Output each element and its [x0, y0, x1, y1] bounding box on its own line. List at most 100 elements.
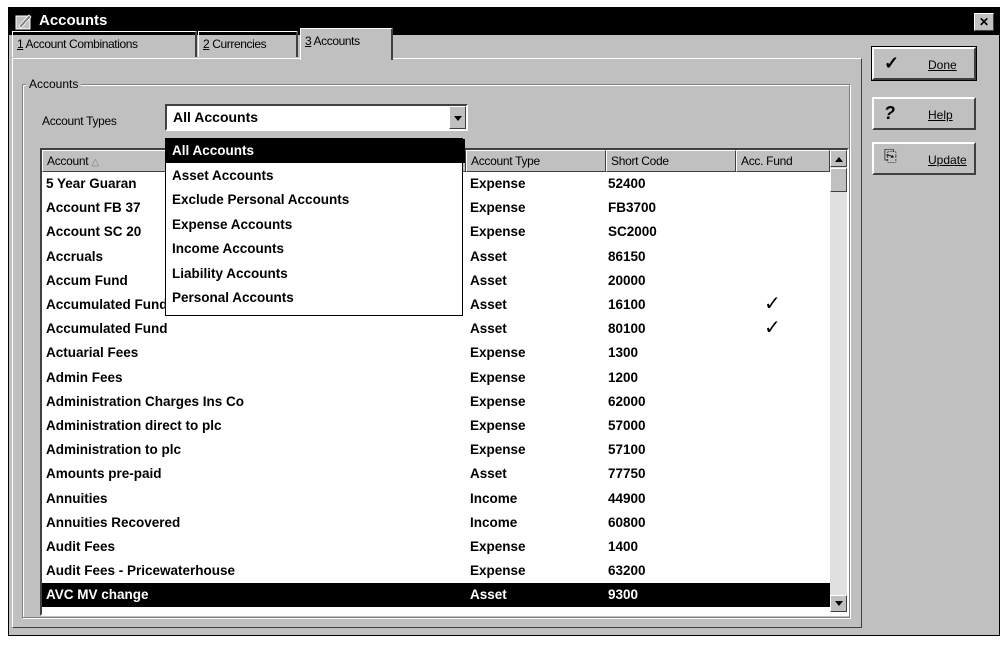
- tab-currencies[interactable]: 2 Currencies: [198, 31, 298, 57]
- short-code-cell: 57100: [608, 442, 646, 458]
- scroll-up-button[interactable]: [830, 150, 847, 167]
- dropdown-option[interactable]: Expense Accounts: [166, 213, 465, 237]
- table-row[interactable]: Accumulated Fund Asset 80100 ✓: [42, 317, 839, 341]
- close-icon[interactable]: ✕: [974, 13, 994, 31]
- table-row[interactable]: Actuarial Fees Expense 1300: [42, 341, 839, 365]
- account-type-cell: Asset: [470, 272, 507, 288]
- short-code-cell: 1200: [608, 369, 639, 385]
- short-code-cell: 1400: [608, 539, 639, 554]
- short-code-cell: 1300: [608, 345, 639, 361]
- account-type-cell: Income: [470, 490, 518, 506]
- account-type-cell: Asset: [470, 248, 507, 264]
- table-row[interactable]: Admin Fees Expense 1200: [42, 366, 839, 390]
- account-type-cell: Income: [470, 514, 518, 530]
- tab-currencies-label: Currencies: [209, 37, 267, 51]
- account-type-cell: Expense: [470, 539, 526, 554]
- short-code-cell: 77750: [608, 466, 646, 482]
- account-type-cell: Asset: [470, 321, 507, 337]
- account-type-cell: Expense: [470, 563, 526, 579]
- column-header-account-label: Account: [47, 154, 89, 168]
- account-type-cell: Expense: [470, 176, 526, 191]
- account-type-cell: Expense: [470, 224, 526, 240]
- vertical-scrollbar[interactable]: [830, 150, 847, 612]
- account-types-select[interactable]: All Accounts: [165, 104, 468, 131]
- account-name-cell: Administration Charges Ins Co: [46, 393, 245, 409]
- short-code-cell: 16100: [608, 297, 646, 312]
- update-button-label: Update: [928, 153, 967, 167]
- scroll-down-icon: [835, 601, 843, 606]
- tab-account-combinations-label: Account Combinations: [23, 37, 138, 51]
- account-types-value: All Accounts: [173, 109, 259, 125]
- tab-accounts[interactable]: 3 Accounts: [300, 28, 393, 60]
- table-row[interactable]: Administration Charges Ins Co Expense 6200…: [42, 390, 839, 414]
- account-name-cell: Amounts pre-paid: [46, 466, 162, 482]
- window-title: Accounts: [39, 12, 108, 29]
- short-code-cell: FB3700: [608, 200, 657, 216]
- table-row[interactable]: AVC MV change Asset 9300: [42, 583, 839, 608]
- account-name-cell: Annuities Recovered: [46, 514, 181, 530]
- dropdown-option[interactable]: Income Accounts: [166, 237, 465, 261]
- tab-account-combinations[interactable]: 1 Account Combinations: [12, 31, 197, 57]
- table-row[interactable]: Annuities Recovered Income 60800: [42, 511, 839, 535]
- short-code-cell: SC2000: [608, 224, 657, 240]
- done-button-label: Done: [928, 58, 957, 72]
- dropdown-option[interactable]: Liability Accounts: [166, 262, 465, 286]
- help-button-label: Help: [928, 108, 953, 122]
- group-label: Accounts: [26, 77, 82, 91]
- acc-fund-check-icon: ✓: [764, 317, 781, 340]
- table-row[interactable]: Administration to plc Expense 57100: [42, 438, 839, 462]
- chevron-down-icon: [454, 116, 462, 121]
- acc-fund-check-icon: ✓: [764, 293, 781, 315]
- account-type-cell: Expense: [470, 418, 526, 433]
- short-code-cell: 62000: [608, 393, 646, 409]
- column-header-short-code[interactable]: Short Code: [606, 150, 736, 172]
- sort-ascending-icon: △: [91, 157, 99, 168]
- dropdown-option[interactable]: All Accounts: [166, 139, 465, 163]
- tab-accounts-label: Accounts: [311, 34, 361, 48]
- column-header-account-type[interactable]: Account Type: [466, 150, 606, 172]
- short-code-cell: 44900: [608, 490, 646, 506]
- account-name-cell: Administration to plc: [46, 442, 181, 458]
- dropdown-option[interactable]: Personal Accounts: [166, 286, 465, 310]
- scroll-up-icon: [835, 157, 843, 162]
- account-name-cell: Accumulated Fund: [46, 321, 168, 337]
- short-code-cell: 57000: [608, 418, 646, 433]
- account-name-cell: Administration direct to plc: [46, 418, 222, 433]
- account-name-cell: Audit Fees - Pricewaterhouse: [46, 563, 236, 579]
- table-row[interactable]: Annuities Income 44900: [42, 487, 839, 511]
- app-icon: [15, 14, 32, 30]
- scroll-thumb[interactable]: [830, 168, 847, 192]
- account-name-cell: AVC MV change: [46, 587, 149, 603]
- short-code-cell: 63200: [608, 563, 646, 579]
- account-type-cell: Expense: [470, 345, 526, 361]
- help-icon: ?: [884, 103, 895, 123]
- short-code-cell: 9300: [608, 587, 639, 603]
- column-header-acc-fund[interactable]: Acc. Fund: [736, 150, 830, 172]
- account-name-cell: Admin Fees: [46, 369, 123, 385]
- table-row[interactable]: Audit Fees Expense 1400: [42, 535, 839, 559]
- help-button[interactable]: ? Help: [872, 97, 976, 130]
- short-code-cell: 86150: [608, 248, 646, 264]
- dropdown-option[interactable]: Exclude Personal Accounts: [166, 188, 465, 212]
- short-code-cell: 20000: [608, 272, 646, 288]
- short-code-cell: 52400: [608, 176, 646, 191]
- account-type-cell: Expense: [470, 393, 526, 409]
- scroll-down-button[interactable]: [830, 595, 847, 612]
- update-icon: ⎘: [884, 148, 897, 165]
- account-types-dropdown-list[interactable]: All Accounts Asset Accounts Exclude Person…: [165, 138, 465, 316]
- short-code-cell: 60800: [608, 514, 646, 530]
- done-button[interactable]: ✓ Done: [871, 46, 977, 81]
- table-row[interactable]: Amounts pre-paid Asset 77750: [42, 462, 839, 486]
- update-button[interactable]: ⎘ Update: [872, 142, 976, 175]
- account-type-cell: Asset: [470, 466, 507, 482]
- table-row[interactable]: Audit Fees - Pricewaterhouse Expense 63200: [42, 559, 839, 583]
- dropdown-arrow-button[interactable]: [449, 106, 466, 129]
- account-types-label: Account Types: [42, 114, 117, 128]
- account-name-cell: Annuities: [46, 490, 108, 506]
- account-type-cell: Asset: [470, 587, 507, 603]
- table-row[interactable]: Administration direct to plc Expense 57000: [42, 414, 839, 438]
- dropdown-option[interactable]: Asset Accounts: [166, 164, 465, 188]
- account-name-cell: Actuarial Fees: [46, 345, 139, 361]
- account-type-cell: Expense: [470, 369, 526, 385]
- account-type-cell: Expense: [470, 200, 526, 216]
